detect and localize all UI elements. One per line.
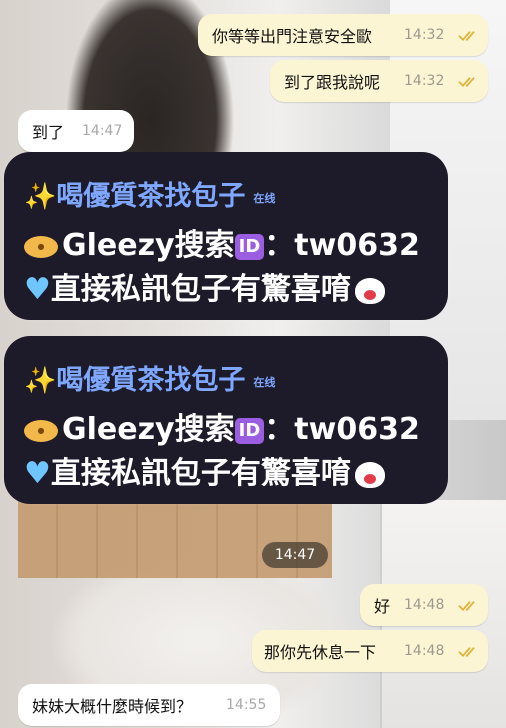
promo-search-text: 搜索	[174, 412, 235, 447]
message-outgoing[interactable]: 你等等出門注意安全歐 14:32	[198, 14, 488, 56]
promo-title: ✨喝優質茶找包子 在线	[24, 174, 275, 213]
promo-id-text: ：tw0632	[264, 412, 420, 447]
message-text: 那你先休息一下	[264, 643, 377, 662]
read-check-icon	[458, 647, 475, 658]
message-time: 14:48	[404, 597, 445, 613]
message-text: 好	[374, 597, 391, 616]
promo-message-line: ♥直接私訊包子有驚喜唷	[24, 448, 385, 492]
promo-card: ✨喝優質茶找包子 在线 ● Gleezy搜索 ID ：tw0632 ♥直接私訊包子有驚喜…	[4, 336, 448, 504]
message-incoming[interactable]: 到了 14:47	[18, 110, 134, 152]
sparkle-icon: ✨	[24, 182, 57, 212]
message-text: 妹妹大概什麼時候到？	[32, 697, 193, 716]
promo-title-text: 喝優質茶找包子	[56, 181, 246, 212]
promo-title-text: 喝優質茶找包子	[56, 365, 246, 396]
online-tag: 在线	[253, 375, 276, 389]
promo-brand: Gleezy	[62, 228, 175, 263]
read-check-icon	[458, 77, 475, 88]
read-check-icon	[458, 601, 475, 612]
promo-title: ✨喝優質茶找包子 在线	[24, 358, 275, 397]
promo-card: ✨喝優質茶找包子 在线 ● Gleezy搜索 ID ：tw0632 ♥直接私訊包子有驚喜…	[4, 152, 448, 320]
cat-face-icon	[354, 277, 385, 304]
promo-search-text: 搜索	[174, 228, 235, 263]
message-time: 14:55	[226, 697, 267, 713]
gleezy-logo-icon: ●	[24, 419, 58, 442]
message-time: 14:32	[404, 27, 445, 43]
gleezy-logo-icon: ●	[24, 235, 58, 258]
promo-message-text: 直接私訊包子有驚喜唷	[50, 272, 351, 307]
heart-icon: ♥	[24, 272, 51, 307]
promo-search-line: ● Gleezy搜索 ID ：tw0632	[24, 404, 420, 448]
message-text: 到了跟我說呢	[284, 73, 381, 92]
promo-search-line: ● Gleezy搜索 ID ：tw0632	[24, 220, 420, 264]
promo-message-text: 直接私訊包子有驚喜唷	[50, 456, 351, 491]
promo-banner[interactable]: ✨喝優質茶找包子 在线 ● Gleezy搜索 ID ：tw0632 ♥直接私訊包子有驚喜…	[0, 152, 506, 322]
id-badge: ID	[234, 417, 265, 444]
promo-message-line: ♥直接私訊包子有驚喜唷	[24, 264, 385, 308]
message-time: 14:32	[404, 73, 445, 89]
image-message-time: 14:47	[262, 542, 328, 568]
message-outgoing[interactable]: 好 14:48	[360, 584, 488, 626]
message-incoming[interactable]: 妹妹大概什麼時候到？ 14:55	[18, 684, 280, 726]
cat-face-icon	[354, 461, 385, 488]
message-text: 你等等出門注意安全歐	[212, 27, 373, 46]
message-time: 14:48	[404, 643, 445, 659]
read-check-icon	[458, 31, 475, 42]
sparkle-icon: ✨	[24, 366, 57, 396]
message-outgoing[interactable]: 那你先休息一下 14:48	[252, 630, 488, 672]
promo-brand: Gleezy	[62, 412, 175, 447]
promo-banner[interactable]: ✨喝優質茶找包子 在线 ● Gleezy搜索 ID ：tw0632 ♥直接私訊包子有驚喜…	[0, 336, 506, 506]
online-tag: 在线	[253, 191, 276, 205]
message-outgoing[interactable]: 到了跟我說呢 14:32	[270, 60, 488, 102]
message-time: 14:47	[82, 123, 123, 139]
heart-icon: ♥	[24, 456, 51, 491]
message-text: 到了	[32, 123, 65, 142]
promo-id-text: ：tw0632	[264, 228, 420, 263]
id-badge: ID	[234, 233, 265, 260]
